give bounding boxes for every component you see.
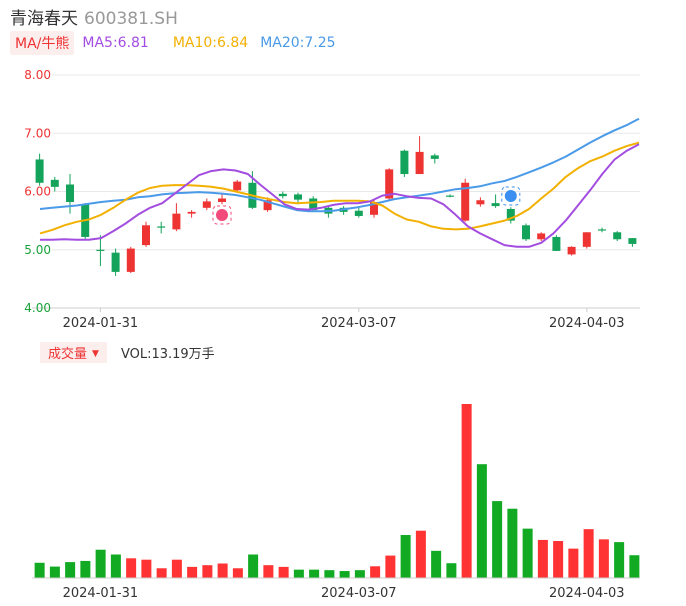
- volume-bar[interactable]: [370, 566, 381, 578]
- ma5-line: [40, 143, 640, 248]
- volume-bar[interactable]: [492, 501, 503, 578]
- candle-body: [430, 155, 439, 159]
- candle-body: [142, 225, 150, 246]
- volume-bar[interactable]: [431, 550, 442, 578]
- volume-bar[interactable]: [476, 464, 487, 578]
- volume-bar[interactable]: [354, 570, 365, 578]
- volume-bar[interactable]: [263, 565, 274, 578]
- candle-body: [218, 198, 226, 202]
- candle-body: [187, 211, 196, 214]
- y-tick-label: 6.00: [24, 185, 51, 199]
- candle-body: [567, 246, 576, 255]
- candle-body: [278, 193, 287, 197]
- volume-bar[interactable]: [141, 559, 152, 578]
- volume-bar[interactable]: [324, 570, 335, 578]
- candle-body: [354, 210, 363, 216]
- candle-body: [598, 229, 606, 231]
- candle-body: [628, 238, 637, 244]
- candle-body: [111, 252, 120, 272]
- volume-bar[interactable]: [629, 555, 640, 578]
- candle-body: [613, 232, 622, 240]
- volume-bar[interactable]: [80, 560, 91, 578]
- volume-bar[interactable]: [309, 569, 320, 578]
- candle-body: [552, 236, 561, 251]
- volume-date-axis-labels: 2024-01-31 2024-03-07 2024-04-03: [32, 577, 640, 601]
- candle-body: [491, 203, 500, 207]
- volume-bar[interactable]: [248, 554, 259, 578]
- volume-bars[interactable]: [34, 404, 640, 579]
- volume-bar[interactable]: [65, 562, 76, 578]
- candle-body: [446, 195, 454, 197]
- volume-bar[interactable]: [385, 555, 396, 578]
- bull-signal-icon: [212, 205, 232, 225]
- volume-bar[interactable]: [187, 566, 198, 578]
- candle-body: [522, 225, 530, 240]
- signal-dot: [504, 190, 517, 202]
- volume-bar[interactable]: [293, 569, 304, 578]
- bear-signal-icon: [501, 186, 521, 206]
- volume-bar[interactable]: [446, 563, 457, 578]
- x-tick-label: 2024-01-31: [63, 316, 139, 331]
- candlestick-chart: 8.00 7.00 6.00 5.00 4.00 2024-01-31 2024-03-0…: [24, 68, 640, 601]
- volume-x-tick-label: 2024-01-31: [63, 586, 139, 601]
- volume-bar[interactable]: [49, 566, 60, 578]
- candlesticks: [35, 136, 637, 276]
- volume-x-tick-label: 2024-03-07: [321, 586, 397, 601]
- date-axis-labels: 2024-01-31 2024-03-07 2024-04-03: [63, 308, 625, 331]
- volume-bar[interactable]: [95, 549, 106, 578]
- volume-bar[interactable]: [415, 530, 426, 578]
- volume-bar[interactable]: [400, 535, 411, 578]
- price-axis-labels: 8.00 7.00 6.00 5.00 4.00: [24, 68, 51, 315]
- volume-bar[interactable]: [217, 563, 228, 579]
- candle-body: [233, 181, 242, 191]
- candle-body: [476, 200, 485, 205]
- volume-bar[interactable]: [553, 541, 564, 578]
- volume-bar[interactable]: [522, 528, 533, 578]
- candle-body: [294, 194, 302, 200]
- volume-bar[interactable]: [110, 554, 121, 578]
- candle-body: [537, 233, 546, 240]
- volume-bar[interactable]: [614, 542, 625, 578]
- volume-bar[interactable]: [278, 566, 289, 578]
- volume-bar[interactable]: [507, 508, 518, 578]
- candle-body: [415, 151, 424, 175]
- candle-body: [157, 226, 166, 228]
- candle-body: [400, 150, 409, 175]
- volume-bar[interactable]: [232, 568, 243, 578]
- volume-bar[interactable]: [339, 571, 350, 578]
- candle-body: [35, 159, 44, 183]
- candle-body: [96, 249, 105, 251]
- volume-bar[interactable]: [598, 539, 609, 578]
- volume-bar[interactable]: [156, 568, 167, 578]
- candle-body: [126, 248, 135, 272]
- x-tick-label: 2024-03-07: [321, 316, 397, 331]
- y-tick-label: 8.00: [24, 68, 51, 82]
- volume-x-tick-label: 2024-04-03: [549, 586, 625, 601]
- y-tick-label: 4.00: [24, 301, 51, 315]
- y-tick-label: 7.00: [24, 126, 51, 140]
- moving-average-lines: [39, 117, 640, 248]
- volume-bar[interactable]: [537, 539, 548, 578]
- volume-bar[interactable]: [583, 529, 594, 578]
- volume-bar[interactable]: [126, 558, 137, 578]
- volume-bar[interactable]: [34, 562, 45, 578]
- candle-body: [50, 179, 59, 187]
- x-tick-label: 2024-04-03: [549, 316, 625, 331]
- candle-body: [172, 213, 181, 230]
- signal-dot: [216, 209, 228, 221]
- candle-body: [66, 184, 74, 202]
- volume-bar[interactable]: [171, 559, 182, 578]
- candle-body: [582, 232, 591, 247]
- volume-bar[interactable]: [568, 548, 579, 578]
- candle-body: [202, 201, 211, 208]
- volume-bar[interactable]: [202, 565, 213, 578]
- volume-bar[interactable]: [461, 404, 472, 578]
- y-tick-label: 5.00: [24, 243, 51, 257]
